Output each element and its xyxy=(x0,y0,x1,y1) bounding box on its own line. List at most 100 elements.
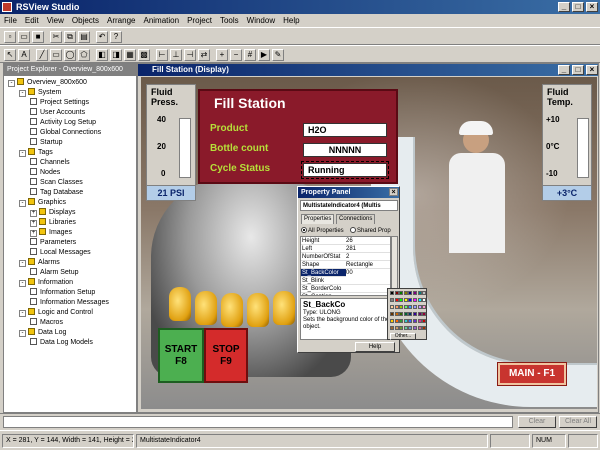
tree-item[interactable]: Tag Database xyxy=(30,188,83,198)
color-swatch[interactable] xyxy=(422,312,427,316)
menu-window[interactable]: Window xyxy=(243,14,279,27)
help-icon[interactable]: ? xyxy=(110,31,122,43)
menu-file[interactable]: File xyxy=(0,14,21,27)
tree-item[interactable]: - Tags xyxy=(19,148,53,158)
ungroup-icon[interactable]: ▩ xyxy=(138,49,150,61)
property-row[interactable]: St_Blink xyxy=(301,277,390,285)
bottle-count-value[interactable]: NNNNN xyxy=(303,143,387,157)
color-swatch[interactable] xyxy=(403,326,408,330)
menu-project[interactable]: Project xyxy=(183,14,216,27)
property-value[interactable]: 26 xyxy=(346,237,390,245)
property-row[interactable]: St_BackColor 00 xyxy=(301,269,390,277)
color-swatch[interactable] xyxy=(417,319,422,323)
tree-item[interactable]: Activity Log Setup xyxy=(30,118,96,128)
tree-item[interactable]: + Libraries xyxy=(30,218,76,228)
property-row[interactable]: Height 26 xyxy=(301,237,390,245)
bring-front-icon[interactable]: ◧ xyxy=(96,49,108,61)
color-swatch[interactable] xyxy=(417,291,422,295)
color-swatch[interactable] xyxy=(394,326,399,330)
color-swatch[interactable] xyxy=(394,298,399,302)
color-swatch[interactable] xyxy=(403,298,408,302)
help-button[interactable]: Help xyxy=(355,342,395,352)
color-swatch[interactable] xyxy=(390,298,394,302)
align-center-icon[interactable]: ⊥ xyxy=(170,49,182,61)
color-swatch[interactable] xyxy=(413,305,417,309)
color-swatch[interactable] xyxy=(399,312,404,316)
color-swatch[interactable] xyxy=(408,298,413,302)
zoom-out-icon[interactable]: − xyxy=(230,49,242,61)
property-value[interactable]: Rectangle xyxy=(346,261,390,269)
close-button[interactable]: × xyxy=(586,2,598,12)
tree-item[interactable]: User Accounts xyxy=(30,108,85,118)
color-swatch[interactable] xyxy=(413,326,417,330)
tree-item[interactable]: Startup xyxy=(30,138,63,148)
color-swatch[interactable] xyxy=(403,319,408,323)
color-swatch[interactable] xyxy=(390,305,394,309)
color-swatch[interactable] xyxy=(399,298,404,302)
color-swatch[interactable] xyxy=(422,326,427,330)
tree-item[interactable]: Parameters xyxy=(30,238,76,248)
property-grid[interactable]: Height 26 Left 281 NumberOfStat 2 Shape Rectang… xyxy=(300,236,391,296)
ellipse-icon[interactable]: ◯ xyxy=(64,49,76,61)
tree-item[interactable]: Global Connections xyxy=(30,128,101,138)
color-swatch[interactable] xyxy=(413,291,417,295)
grid-icon[interactable]: # xyxy=(244,49,256,61)
color-swatch[interactable] xyxy=(390,312,394,316)
tree-item[interactable]: - Data Log xyxy=(19,328,66,338)
collapse-icon[interactable]: - xyxy=(8,80,15,87)
tree-item[interactable]: Macros xyxy=(30,318,63,328)
color-swatch[interactable] xyxy=(390,319,394,323)
collapse-icon[interactable]: - xyxy=(19,330,26,337)
property-row[interactable]: St_Caption xyxy=(301,293,390,295)
color-swatch[interactable] xyxy=(399,319,404,323)
menu-help[interactable]: Help xyxy=(279,14,303,27)
fluid-pressure-gauge[interactable]: Fluid Press. 40 20 0 21 PSI xyxy=(146,84,196,201)
output-field[interactable] xyxy=(3,416,513,428)
expand-icon[interactable]: + xyxy=(30,210,37,217)
cut-icon[interactable]: ✂ xyxy=(50,31,62,43)
other-colors-button[interactable]: Other... xyxy=(390,333,416,340)
collapse-icon[interactable]: - xyxy=(19,150,26,157)
tree-item[interactable]: Information Setup xyxy=(30,288,95,298)
zoom-in-icon[interactable]: + xyxy=(216,49,228,61)
color-swatch[interactable] xyxy=(394,291,399,295)
tab-connections[interactable]: Connections xyxy=(336,214,376,224)
radio-shared-properties[interactable]: Shared Prop xyxy=(350,227,391,234)
tree-item[interactable]: Local Messages xyxy=(30,248,91,258)
menu-view[interactable]: View xyxy=(43,14,68,27)
color-swatch[interactable] xyxy=(394,305,399,309)
color-swatch[interactable] xyxy=(422,298,427,302)
color-swatch[interactable] xyxy=(408,291,413,295)
property-value[interactable]: 281 xyxy=(346,245,390,253)
start-button[interactable]: START F8 xyxy=(158,328,204,383)
clear-button[interactable]: Clear xyxy=(518,416,556,428)
align-left-icon[interactable]: ⊢ xyxy=(156,49,168,61)
color-swatch[interactable] xyxy=(399,326,404,330)
color-swatch[interactable] xyxy=(422,305,427,309)
paste-icon[interactable]: ▤ xyxy=(78,31,90,43)
collapse-icon[interactable]: - xyxy=(19,200,26,207)
color-swatch[interactable] xyxy=(422,319,427,323)
collapse-icon[interactable]: - xyxy=(19,280,26,287)
tree-item[interactable]: - Overview_800x600 xyxy=(8,78,87,88)
tree-item[interactable]: Project Settings xyxy=(30,98,89,108)
tree-item[interactable]: Data Log Models xyxy=(30,338,93,348)
tree-item[interactable]: - Information xyxy=(19,278,73,288)
property-row[interactable]: NumberOfStat 2 xyxy=(301,253,390,261)
tree-item[interactable]: - System xyxy=(19,88,61,98)
stop-button[interactable]: STOP F9 xyxy=(204,328,248,383)
tree-item[interactable]: Scan Classes xyxy=(30,178,83,188)
new-icon[interactable]: ▫ xyxy=(4,31,16,43)
tree-item[interactable]: - Graphics xyxy=(19,198,66,208)
tree-item[interactable]: - Alarms xyxy=(19,258,60,268)
group-icon[interactable]: ▦ xyxy=(124,49,136,61)
color-swatch[interactable] xyxy=(417,298,422,302)
maximize-button[interactable]: □ xyxy=(572,2,584,12)
color-swatch[interactable] xyxy=(417,312,422,316)
color-swatch[interactable] xyxy=(417,305,422,309)
line-icon[interactable]: ╱ xyxy=(36,49,48,61)
color-swatch[interactable] xyxy=(403,305,408,309)
color-swatch[interactable] xyxy=(408,319,413,323)
tree-item[interactable]: + Displays xyxy=(30,208,75,218)
cycle-status-value[interactable]: Running xyxy=(301,161,389,179)
